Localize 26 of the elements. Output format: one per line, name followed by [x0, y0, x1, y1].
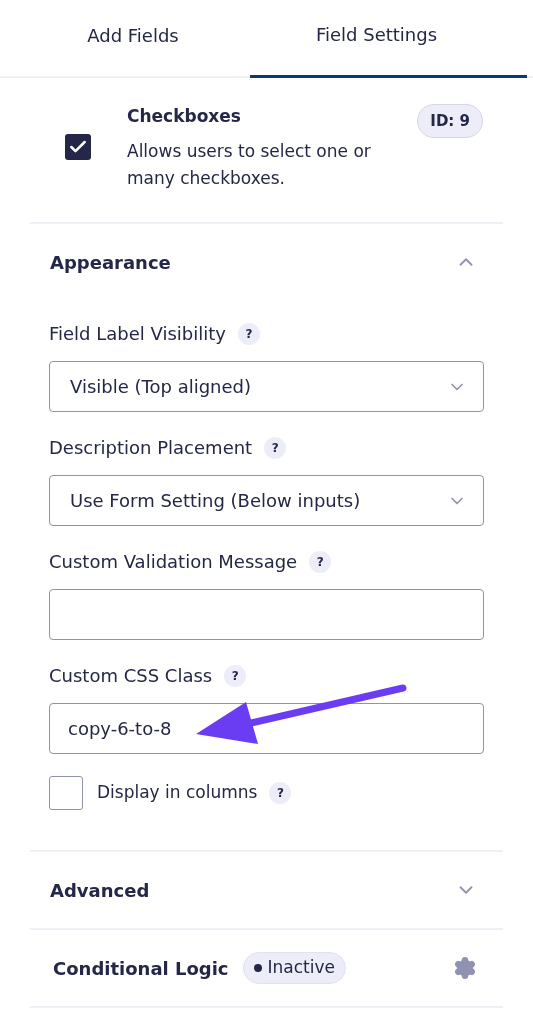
- tab[interactable]: Field Settings: [250, 0, 527, 78]
- help-badge[interactable]: ?: [264, 436, 287, 459]
- section-title: Conditional Logic: [53, 956, 229, 981]
- section-header[interactable]: Appearance: [30, 224, 503, 300]
- select-field[interactable]: Visible (Top aligned): [49, 361, 484, 412]
- section-header[interactable]: Advanced: [30, 852, 503, 928]
- checkbox[interactable]: [65, 134, 91, 160]
- field-label: Custom CSS Class: [49, 664, 213, 688]
- id-badge: ID: 9: [417, 104, 483, 138]
- help-badge[interactable]: ?: [238, 322, 260, 345]
- field-title: Checkboxes: [127, 105, 242, 128]
- status-badge: Inactive: [242, 952, 346, 984]
- field-description: Allows users to select one or many checkboxes.: [127, 139, 372, 190]
- select-field[interactable]: Use Form Setting (Below inputs): [49, 475, 484, 526]
- field-label: Custom Validation Message: [49, 550, 298, 574]
- field-label: Field Label Visibility: [49, 322, 226, 346]
- help-badge[interactable]: ?: [309, 550, 332, 573]
- checkbox[interactable]: [49, 776, 83, 810]
- input-field[interactable]: [49, 589, 484, 640]
- settings-icon[interactable]: [453, 956, 477, 980]
- checkbox-label: Display in columns: [97, 781, 258, 805]
- help-badge[interactable]: ?: [269, 782, 292, 804]
- field-label: Description Placement: [49, 436, 253, 460]
- input-field[interactable]: copy-6-to-8: [49, 703, 484, 754]
- tab[interactable]: Add Fields: [0, 0, 250, 76]
- help-badge[interactable]: ?: [224, 664, 247, 687]
